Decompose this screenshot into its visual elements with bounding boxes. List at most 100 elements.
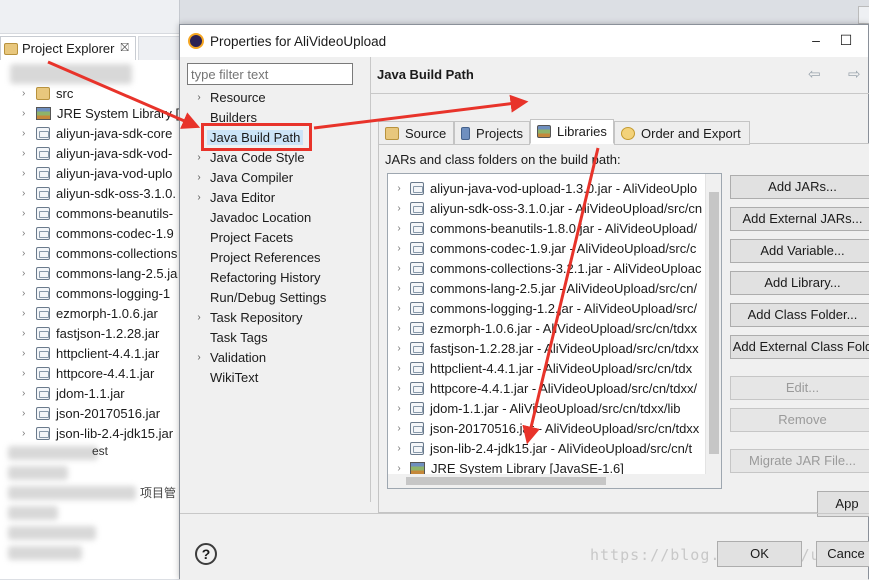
explorer-tree-item[interactable]: › commons-collections (22, 243, 177, 263)
side-button[interactable]: Migrate JAR File... (730, 449, 869, 473)
chevron-right-icon[interactable]: › (388, 303, 410, 314)
chevron-right-icon[interactable]: › (188, 352, 210, 363)
explorer-tree-item[interactable]: › json-lib-2.4-jdk15.jar (22, 423, 173, 443)
explorer-tree-item[interactable]: › httpcore-4.4.1.jar (22, 363, 154, 383)
explorer-tree-item[interactable]: › httpclient-4.4.1.jar (22, 343, 159, 363)
chevron-right-icon[interactable]: › (22, 248, 36, 259)
explorer-tree-item[interactable]: › JRE System Library [ (22, 103, 179, 123)
side-button[interactable]: Add Class Folder... (730, 303, 869, 327)
forward-arrow-icon[interactable]: ⇨ (848, 65, 861, 83)
library-row[interactable]: › aliyun-sdk-oss-3.1.0.jar - AliVideoUplo… (388, 198, 702, 218)
nav-item[interactable]: › Validation (188, 347, 266, 367)
library-row[interactable]: › ezmorph-1.0.6.jar - AliVideoUpload/src/… (388, 318, 697, 338)
chevron-right-icon[interactable]: › (388, 223, 410, 234)
explorer-tree-item[interactable]: › aliyun-java-sdk-vod- (22, 143, 172, 163)
vertical-scroll-thumb[interactable] (709, 192, 719, 454)
library-row[interactable]: › json-lib-2.4-jdk15.jar - AliVideoUpload… (388, 438, 692, 458)
libraries-list[interactable]: › aliyun-java-vod-upload-1.3.0.jar - AliV… (387, 173, 722, 489)
chevron-right-icon[interactable]: › (388, 203, 410, 214)
chevron-right-icon[interactable]: › (188, 172, 210, 183)
tab-order-export[interactable]: Order and Export (614, 121, 750, 145)
explorer-tree-item[interactable]: › aliyun-java-vod-uplo (22, 163, 172, 183)
chevron-right-icon[interactable]: › (22, 88, 36, 99)
explorer-tree-item[interactable]: › commons-codec-1.9 (22, 223, 174, 243)
tab-projects[interactable]: Projects (454, 121, 530, 145)
side-button[interactable]: Remove (730, 408, 869, 432)
chevron-right-icon[interactable]: › (388, 243, 410, 254)
project-explorer-tab[interactable]: Project Explorer ⛝ (0, 36, 136, 60)
explorer-tree-item[interactable]: › ezmorph-1.0.6.jar (22, 303, 158, 323)
chevron-right-icon[interactable]: › (22, 348, 36, 359)
chevron-right-icon[interactable]: › (388, 363, 410, 374)
chevron-right-icon[interactable]: › (388, 463, 410, 474)
nav-item[interactable]: Refactoring History (188, 267, 321, 287)
chevron-right-icon[interactable]: › (388, 283, 410, 294)
chevron-right-icon[interactable]: › (388, 183, 410, 194)
nav-item[interactable]: WikiText (188, 367, 258, 387)
library-row[interactable]: › commons-codec-1.9.jar - AliVideoUpload/… (388, 238, 696, 258)
chevron-right-icon[interactable]: › (22, 168, 36, 179)
library-row[interactable]: › commons-collections-3.2.1.jar - AliVide… (388, 258, 701, 278)
chevron-right-icon[interactable]: › (22, 368, 36, 379)
chevron-right-icon[interactable]: › (22, 208, 36, 219)
chevron-right-icon[interactable]: › (22, 188, 36, 199)
chevron-right-icon[interactable]: › (22, 228, 36, 239)
horizontal-scroll-thumb[interactable] (406, 477, 606, 485)
cancel-button[interactable]: Cance (816, 541, 869, 567)
library-row[interactable]: › httpcore-4.4.1.jar - AliVideoUpload/src… (388, 378, 697, 398)
chevron-right-icon[interactable]: › (22, 428, 36, 439)
chevron-right-icon[interactable]: › (22, 148, 36, 159)
explorer-secondary-tab[interactable] (138, 36, 180, 60)
nav-item[interactable]: Run/Debug Settings (188, 287, 326, 307)
chevron-right-icon[interactable]: › (388, 343, 410, 354)
nav-item[interactable]: › Java Editor (188, 187, 275, 207)
nav-item[interactable]: › Java Compiler (188, 167, 293, 187)
library-row[interactable]: › httpclient-4.4.1.jar - AliVideoUpload/s… (388, 358, 692, 378)
chevron-right-icon[interactable]: › (388, 443, 410, 454)
explorer-tree-item[interactable]: › commons-logging-1 (22, 283, 170, 303)
horizontal-scrollbar[interactable] (388, 474, 707, 488)
side-button[interactable]: Add Library... (730, 271, 869, 295)
library-row[interactable]: › fastjson-1.2.28.jar - AliVideoUpload/sr… (388, 338, 698, 358)
chevron-right-icon[interactable]: › (22, 388, 36, 399)
chevron-right-icon[interactable]: › (388, 383, 410, 394)
nav-item[interactable]: › Resource (188, 87, 265, 107)
chevron-right-icon[interactable]: › (22, 308, 36, 319)
chevron-right-icon[interactable]: › (22, 408, 36, 419)
chevron-right-icon[interactable]: › (188, 92, 210, 103)
tab-libraries[interactable]: Libraries (530, 119, 614, 144)
maximize-button[interactable]: ☐ (836, 31, 856, 49)
explorer-tree-item[interactable]: › jdom-1.1.jar (22, 383, 125, 403)
tab-source[interactable]: Source (378, 121, 454, 145)
side-button[interactable]: Add External JARs... (730, 207, 869, 231)
background-window-button[interactable] (858, 6, 869, 24)
chevron-right-icon[interactable]: › (188, 312, 210, 323)
nav-item[interactable]: Project References (188, 247, 321, 267)
explorer-tree-item[interactable]: › commons-lang-2.5.ja (22, 263, 177, 283)
nav-item[interactable]: Task Tags (188, 327, 268, 347)
back-arrow-icon[interactable]: ⇦ (808, 65, 821, 83)
side-button[interactable]: Edit... (730, 376, 869, 400)
explorer-tree-item[interactable]: › src (22, 83, 73, 103)
library-row[interactable]: › aliyun-java-vod-upload-1.3.0.jar - AliV… (388, 178, 697, 198)
minimize-button[interactable]: – (806, 31, 826, 49)
library-row[interactable]: › jdom-1.1.jar - AliVideoUpload/src/cn/td… (388, 398, 680, 418)
explorer-tree-item[interactable]: › json-20170516.jar (22, 403, 160, 423)
help-icon[interactable]: ? (195, 543, 217, 565)
side-button[interactable]: Add Variable... (730, 239, 869, 263)
nav-item[interactable]: Project Facets (188, 227, 293, 247)
ok-button[interactable]: OK (717, 541, 802, 567)
vertical-scrollbar[interactable] (705, 174, 721, 488)
chevron-right-icon[interactable]: › (22, 268, 36, 279)
explorer-tree-item[interactable]: › aliyun-sdk-oss-3.1.0. (22, 183, 176, 203)
nav-item[interactable]: Javadoc Location (188, 207, 311, 227)
library-row[interactable]: › commons-beanutils-1.8.0.jar - AliVideoU… (388, 218, 697, 238)
chevron-right-icon[interactable]: › (188, 192, 210, 203)
chevron-right-icon[interactable]: › (388, 403, 410, 414)
chevron-right-icon[interactable]: › (22, 328, 36, 339)
explorer-tree-item[interactable]: › fastjson-1.2.28.jar (22, 323, 159, 343)
explorer-tree-item[interactable]: › aliyun-java-sdk-core (22, 123, 172, 143)
chevron-right-icon[interactable]: › (388, 423, 410, 434)
chevron-right-icon[interactable]: › (388, 323, 410, 334)
chevron-right-icon[interactable]: › (22, 128, 36, 139)
